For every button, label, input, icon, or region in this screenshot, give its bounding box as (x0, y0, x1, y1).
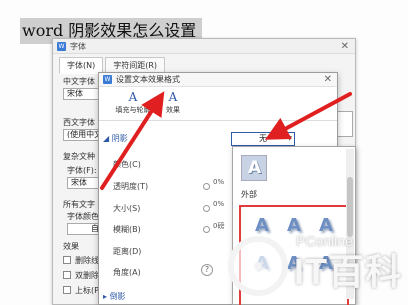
all-text-label: 所有文字 (63, 200, 95, 209)
close-icon[interactable]: ✕ (324, 74, 332, 85)
strikethrough-label: 删除线 (75, 256, 99, 265)
text-effects-title: 设置文本效果格式 (116, 75, 180, 84)
transparency-value: 0% (213, 178, 225, 186)
shadow-none-glyph: A (248, 158, 262, 178)
app-icon: W (57, 41, 66, 51)
shadow-transparency-label: 透明度(T) (113, 182, 149, 191)
western-font-select[interactable]: (使用中文字 (63, 129, 103, 141)
shadow-size-label: 大小(S) (113, 204, 141, 213)
blur-slider[interactable] (203, 226, 210, 233)
blur-value: 0磅 (213, 222, 225, 230)
chevron-down-icon: ▼ (287, 135, 292, 142)
shadow-distance-label: 距离(D) (113, 247, 142, 256)
tab-effects[interactable]: A 效果 (143, 89, 203, 121)
reflection-section-header[interactable]: ▸ 倒影 (103, 291, 126, 302)
shadow-preset-item[interactable]: A (249, 213, 275, 239)
font-color-label: 字体颜色 (67, 212, 99, 221)
transparency-slider[interactable] (203, 183, 210, 190)
effects-label: 效果 (63, 242, 79, 251)
complex-font-value: 宋体 (71, 178, 87, 187)
double-strikethrough-label: 双删除 (75, 271, 99, 280)
shadow-preset-select[interactable]: 无 ▼ (231, 132, 295, 146)
chinese-font-select[interactable]: 宋体 (63, 88, 103, 100)
font-dialog-title: 字体 (70, 41, 86, 51)
help-icon[interactable]: ? (201, 264, 213, 276)
shadow-angle-label: 角度(A) (113, 268, 141, 277)
superscript-checkbox[interactable] (63, 286, 71, 294)
tab-font[interactable]: 字体(N) (59, 57, 104, 74)
shadow-section-label: 阴影 (111, 134, 128, 143)
font-dialog-titlebar: W 字体 (53, 39, 355, 54)
complex-script-label: 复杂文种 (63, 152, 95, 161)
watermark-logo-dot (254, 262, 262, 270)
shadow-color-label: 颜色(C) (113, 160, 141, 169)
shadow-none-option[interactable]: A (241, 155, 267, 181)
size-value: 0% (213, 200, 225, 208)
shadow-section-header[interactable]: ◢ 阴影 (103, 133, 128, 144)
chinese-font-label: 中文字体 (63, 77, 95, 86)
outer-shadow-group-label: 外部 (241, 190, 257, 199)
shadow-blur-label: 模糊(B) (113, 225, 141, 234)
text-effects-tabs: A 填充与轮廓 A 效果 (99, 89, 337, 121)
reflection-section-label: 倒影 (109, 292, 126, 301)
dropdown-scrollbar-thumb[interactable] (347, 177, 353, 237)
size-slider[interactable] (203, 205, 210, 212)
text-effects-titlebar: W 设置文本效果格式 (99, 73, 337, 87)
chinese-font-value: 宋体 (67, 89, 83, 98)
text-effects-icon: A (168, 90, 178, 104)
watermark-site: PConline (296, 233, 353, 249)
shadow-preset-value: 无 (259, 134, 267, 143)
watermark-brand: IT百科 (294, 251, 402, 292)
superscript-label: 上标(P (75, 286, 99, 295)
strikethrough-checkbox[interactable] (63, 256, 71, 264)
close-icon[interactable]: ✕ (341, 41, 349, 52)
app-icon: W (103, 75, 112, 84)
screenshot-canvas: word 阴影效果怎么设置 W 字体 ✕ 字体(N) 字符间距(R) 中文字体 … (0, 0, 408, 305)
western-font-label: 西文字体 (63, 118, 95, 127)
complex-font-label: 字体(F): (67, 166, 97, 175)
tab-effects-label: 效果 (166, 106, 180, 114)
double-strikethrough-checkbox[interactable] (63, 271, 71, 279)
